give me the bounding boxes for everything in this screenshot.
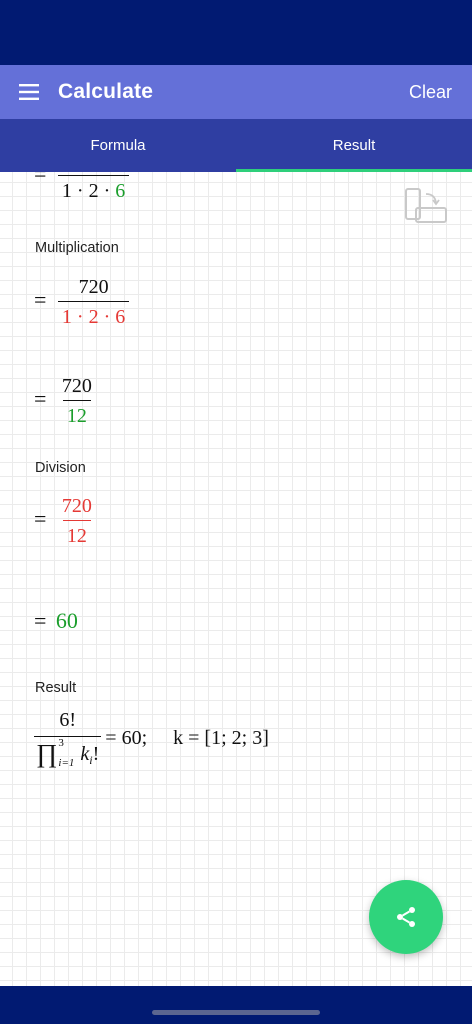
app-title: Calculate bbox=[58, 80, 154, 103]
equals-sign: = bbox=[34, 506, 47, 532]
menu-button[interactable] bbox=[0, 65, 58, 119]
final-result-expression: 6! ∏ 3 i=1 k i! = 60; k = [1; 2; 3] bbox=[34, 708, 269, 769]
after-division-expression: = 60 bbox=[34, 608, 78, 634]
system-navigation-bar bbox=[0, 986, 472, 1024]
home-gesture-handle[interactable] bbox=[152, 1010, 320, 1015]
equals-sign: = bbox=[34, 287, 47, 313]
factor: 1 bbox=[61, 180, 72, 202]
share-button[interactable] bbox=[369, 880, 443, 954]
term-subscript: i bbox=[89, 753, 93, 767]
dot: · bbox=[103, 180, 111, 202]
factor: 2 bbox=[88, 180, 99, 202]
denominator: 1 · 2 · 6 bbox=[57, 301, 130, 328]
tab-result[interactable]: Result bbox=[236, 119, 472, 172]
status-bar bbox=[0, 0, 472, 65]
numerator: 6! bbox=[59, 709, 76, 731]
product-symbol: ∏ bbox=[36, 739, 58, 768]
partial-expression: = 720 1 · 2 · 6 bbox=[34, 172, 130, 202]
numerator: 720 bbox=[78, 276, 109, 298]
screen-rotate-icon[interactable] bbox=[402, 186, 452, 228]
equals-sign: = bbox=[34, 172, 47, 187]
hamburger-menu-icon bbox=[19, 84, 39, 100]
lower-limit: i=1 bbox=[58, 757, 75, 769]
result-value: 60 bbox=[55, 608, 78, 633]
fraction: 720 1 · 2 · 6 bbox=[57, 172, 130, 202]
upper-limit: 3 bbox=[58, 737, 64, 749]
denominator: 1 · 2 · 6 bbox=[57, 175, 130, 202]
numerator: 720 bbox=[61, 495, 92, 517]
tab-bar: Formula Result bbox=[0, 119, 472, 172]
fraction: 720 12 bbox=[58, 375, 96, 427]
fraction: 6! ∏ 3 i=1 k i! bbox=[34, 708, 102, 769]
step-label-division: Division bbox=[35, 460, 86, 476]
step-label-result: Result bbox=[35, 680, 77, 696]
denominator: ∏ 3 i=1 k i! bbox=[34, 736, 102, 769]
denominator: 12 bbox=[62, 520, 91, 547]
equals-sign: = bbox=[34, 386, 47, 412]
equals-sign: = bbox=[34, 608, 47, 633]
result-equals: = 60; bbox=[105, 727, 148, 749]
term-suffix: ! bbox=[92, 743, 100, 765]
division-expression: = 720 12 bbox=[34, 495, 96, 547]
k-definition: k = [1; 2; 3] bbox=[173, 727, 269, 749]
result-scroll-area[interactable]: = 720 1 · 2 · 6 Multiplication = 720 1 ·… bbox=[0, 172, 472, 986]
dot: · bbox=[76, 180, 84, 202]
step-label-multiplication: Multiplication bbox=[35, 240, 119, 256]
product-limits: 3 i=1 bbox=[58, 737, 75, 769]
share-icon bbox=[397, 907, 415, 927]
clear-button[interactable]: Clear bbox=[409, 82, 452, 103]
fraction: 720 1 · 2 · 6 bbox=[57, 276, 130, 328]
factor-highlight: 6 bbox=[115, 180, 126, 202]
denominator: 12 bbox=[62, 400, 91, 427]
numerator: 720 bbox=[61, 375, 92, 397]
fraction: 720 12 bbox=[58, 495, 96, 547]
after-multiplication-expression: = 720 12 bbox=[34, 375, 96, 427]
tab-formula[interactable]: Formula bbox=[0, 119, 236, 172]
term: k bbox=[80, 743, 90, 765]
multiplication-expression: = 720 1 · 2 · 6 bbox=[34, 276, 130, 328]
app-bar: Calculate Clear bbox=[0, 65, 472, 119]
